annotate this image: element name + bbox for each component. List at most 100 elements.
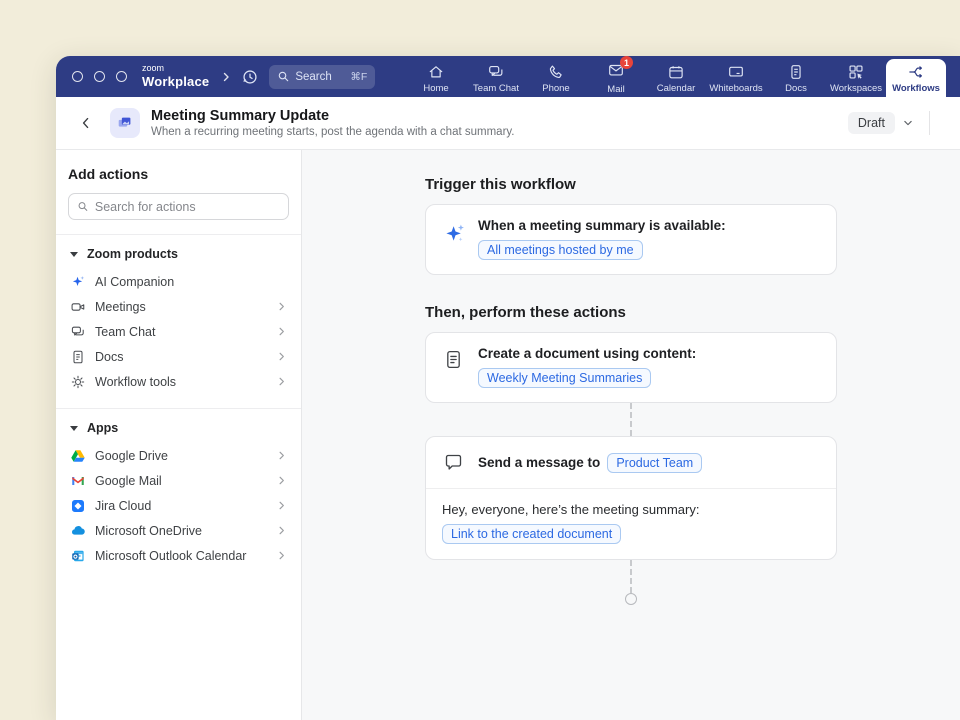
- top-navigation-bar: zoom Workplace Search ⌘F Home Tea: [56, 56, 960, 97]
- team-chat-icon: [487, 63, 505, 81]
- ai-companion-icon: [70, 274, 86, 290]
- nav-item-phone[interactable]: Phone: [526, 59, 586, 97]
- nav-item-workflows[interactable]: Workflows: [886, 59, 946, 97]
- nav-items: Home Team Chat Phone 1 Mail Calendar: [406, 59, 960, 97]
- app-window: zoom Workplace Search ⌘F Home Tea: [56, 56, 960, 720]
- docs-icon: [70, 349, 86, 365]
- actions-heading: Then, perform these actions: [425, 304, 837, 321]
- nav-item-docs[interactable]: Docs: [766, 59, 826, 97]
- nav-item-home[interactable]: Home: [406, 59, 466, 97]
- add-step-node[interactable]: [625, 593, 637, 605]
- outlook-calendar-icon: [70, 548, 86, 564]
- back-button[interactable]: [74, 111, 98, 135]
- history-icon[interactable]: [241, 68, 259, 86]
- logo-workplace-text: Workplace: [142, 74, 209, 89]
- search-input[interactable]: [95, 200, 280, 214]
- actions-search[interactable]: [68, 193, 289, 220]
- trigger-chip[interactable]: All meetings hosted by me: [478, 240, 643, 260]
- header-right: Draft: [848, 111, 944, 135]
- sidebar-item-microsoft-onedrive[interactable]: Microsoft OneDrive: [68, 518, 289, 543]
- onedrive-icon: [70, 523, 86, 539]
- document-icon: [440, 346, 478, 388]
- trigger-title: When a meeting summary is available:: [478, 218, 820, 233]
- window-close-button[interactable]: [72, 71, 83, 82]
- action-chip[interactable]: Weekly Meeting Summaries: [478, 368, 651, 388]
- status-badge[interactable]: Draft: [848, 112, 895, 134]
- title-block: Meeting Summary Update When a recurring …: [151, 108, 515, 138]
- sidebar-divider: [56, 234, 301, 235]
- ai-sparkle-icon: [440, 218, 478, 260]
- chevron-right-icon: [276, 351, 287, 362]
- sidebar-item-jira-cloud[interactable]: Jira Cloud: [68, 493, 289, 518]
- window-minimize-button[interactable]: [94, 71, 105, 82]
- dashed-connector: [630, 403, 632, 436]
- home-icon: [427, 63, 445, 81]
- nav-item-calendar[interactable]: Calendar: [646, 59, 706, 97]
- recipient-chip[interactable]: Product Team: [607, 453, 702, 473]
- workflow-canvas: Trigger this workflow When a meeting sum…: [302, 150, 960, 720]
- sidebar-divider: [56, 408, 301, 409]
- chevron-right-icon[interactable]: [220, 71, 232, 83]
- section-apps[interactable]: Apps: [68, 417, 289, 443]
- chevron-right-icon: [276, 500, 287, 511]
- google-mail-icon: [70, 473, 86, 489]
- search-icon: [77, 200, 89, 213]
- docs-icon: [787, 63, 805, 81]
- sidebar-item-meetings[interactable]: Meetings: [68, 294, 289, 319]
- message-text: Hey, everyone, here’s the meeting summar…: [442, 502, 820, 517]
- workspaces-icon: [847, 63, 865, 81]
- calendar-icon: [667, 63, 685, 81]
- zoom-workplace-logo: zoom Workplace: [142, 64, 209, 90]
- meetings-icon: [70, 299, 86, 315]
- chevron-right-icon: [276, 301, 287, 312]
- chevron-right-icon: [276, 475, 287, 486]
- sidebar-item-workflow-tools[interactable]: Workflow tools: [68, 369, 289, 394]
- global-search[interactable]: Search ⌘F: [269, 65, 375, 89]
- action-card-send-message[interactable]: Send a message to Product Team Hey, ever…: [425, 436, 837, 560]
- mail-badge: 1: [620, 56, 633, 69]
- nav-item-more[interactable]: More: [946, 59, 960, 97]
- sidebar-item-team-chat[interactable]: Team Chat: [68, 319, 289, 344]
- dashed-connector: [630, 560, 632, 593]
- action-card-create-document[interactable]: Create a document using content: Weekly …: [425, 332, 837, 403]
- chevron-right-icon: [276, 326, 287, 337]
- search-icon: [277, 70, 290, 83]
- chevron-right-icon: [276, 525, 287, 536]
- nav-item-whiteboards[interactable]: Whiteboards: [706, 59, 766, 97]
- page-title: Meeting Summary Update: [151, 108, 515, 124]
- google-drive-icon: [70, 448, 86, 464]
- trigger-heading: Trigger this workflow: [425, 176, 837, 193]
- document-link-chip[interactable]: Link to the created document: [442, 524, 621, 544]
- jira-cloud-icon: [70, 498, 86, 514]
- workflows-icon: [907, 63, 925, 81]
- gear-icon: [70, 374, 86, 390]
- action-title: Send a message to: [478, 455, 600, 470]
- section-zoom-products[interactable]: Zoom products: [68, 243, 289, 269]
- search-label: Search: [295, 71, 331, 83]
- sidebar-item-ai-companion[interactable]: AI Companion: [68, 269, 289, 294]
- triangle-down-icon: [70, 252, 78, 257]
- sidebar-item-google-drive[interactable]: Google Drive: [68, 443, 289, 468]
- whiteboards-icon: [727, 63, 745, 81]
- workflow-thumbnail-icon: [110, 108, 140, 138]
- chevron-right-icon: [276, 550, 287, 561]
- triangle-down-icon: [70, 426, 78, 431]
- team-chat-icon: [70, 324, 86, 340]
- sidebar-title: Add actions: [68, 166, 289, 182]
- workflow-header: Meeting Summary Update When a recurring …: [56, 97, 960, 150]
- chat-bubble-icon: [440, 452, 478, 473]
- nav-item-team-chat[interactable]: Team Chat: [466, 59, 526, 97]
- window-maximize-button[interactable]: [116, 71, 127, 82]
- sidebar-item-google-mail[interactable]: Google Mail: [68, 468, 289, 493]
- trigger-card[interactable]: When a meeting summary is available: All…: [425, 204, 837, 275]
- chevron-down-icon[interactable]: [901, 116, 915, 130]
- search-shortcut: ⌘F: [350, 71, 367, 83]
- nav-item-workspaces[interactable]: Workspaces: [826, 59, 886, 97]
- nav-item-mail[interactable]: 1 Mail: [586, 59, 646, 97]
- window-controls[interactable]: [72, 71, 127, 82]
- page-subtitle: When a recurring meeting starts, post th…: [151, 126, 515, 138]
- phone-icon: [547, 63, 565, 81]
- sidebar-item-docs[interactable]: Docs: [68, 344, 289, 369]
- sidebar-item-microsoft-outlook-calendar[interactable]: Microsoft Outlook Calendar: [68, 543, 289, 568]
- chevron-right-icon: [276, 376, 287, 387]
